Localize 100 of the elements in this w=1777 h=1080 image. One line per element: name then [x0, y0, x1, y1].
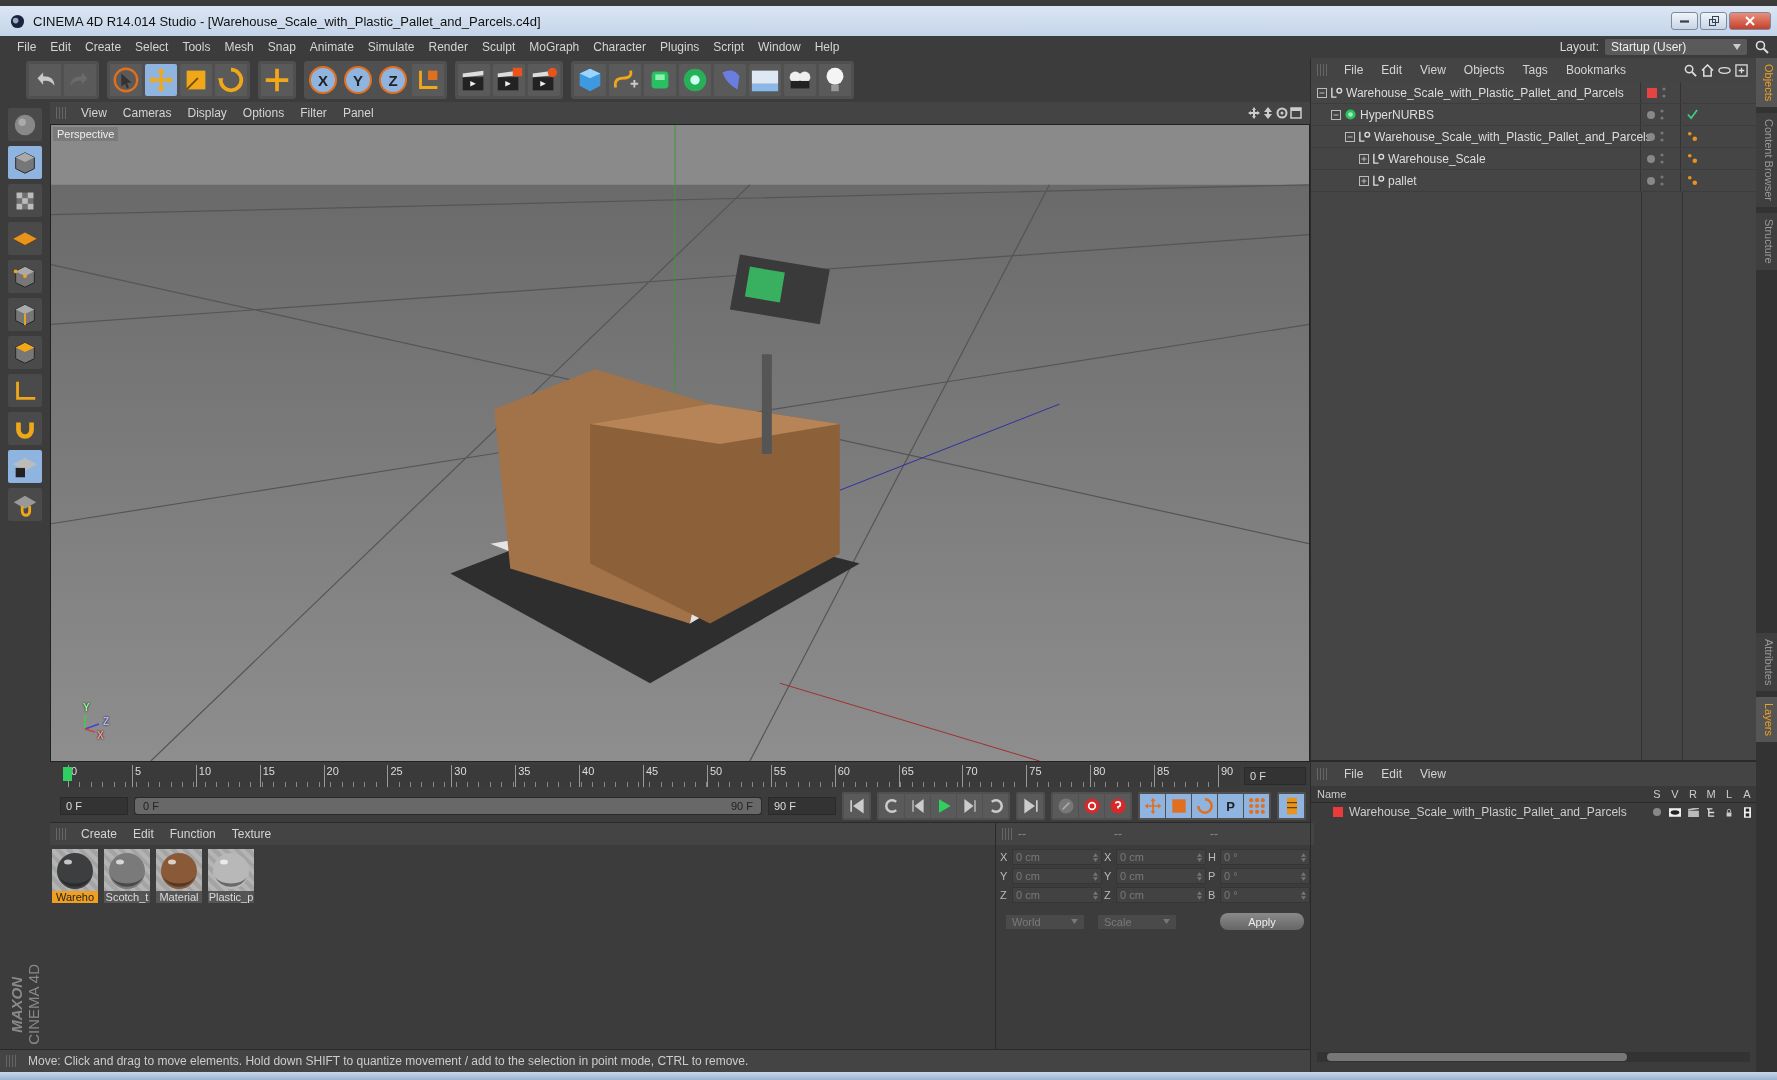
checkmark-icon[interactable]	[1687, 109, 1698, 120]
menu-item[interactable]: Simulate	[360, 40, 422, 54]
lock-icon[interactable]	[1725, 807, 1733, 817]
previous-key-icon[interactable]	[879, 794, 904, 818]
menu-item[interactable]: Select	[128, 40, 176, 54]
layer-name[interactable]: Warehouse_Scale_with_Plastic_Pallet_and_Parcels	[1349, 805, 1627, 819]
material-name[interactable]: Material	[156, 891, 202, 903]
expand-toggle-icon[interactable]	[1331, 109, 1341, 120]
points-cube-icon[interactable]	[8, 260, 42, 293]
axis-lock-button[interactable]: X	[309, 66, 337, 94]
horizontal-scrollbar[interactable]	[1317, 1052, 1750, 1062]
menu-item[interactable]: Plugins	[652, 40, 707, 54]
menu-item[interactable]: Edit	[1374, 63, 1410, 77]
polygons-cube-icon[interactable]	[8, 336, 42, 369]
pan-icon[interactable]	[1248, 107, 1260, 119]
step-back-icon[interactable]	[905, 794, 930, 818]
menu-item[interactable]: Tools	[175, 40, 218, 54]
object-name[interactable]: pallet	[1388, 173, 1417, 188]
material-tag-icon[interactable]	[1687, 175, 1698, 186]
menu-item[interactable]: Texture	[224, 827, 279, 841]
floor-icon[interactable]	[749, 64, 781, 96]
axes-icon[interactable]	[412, 64, 444, 96]
menu-item[interactable]: Edit	[126, 827, 161, 841]
side-tab[interactable]: Layers	[1756, 696, 1777, 742]
side-tab[interactable]: Structure	[1756, 213, 1777, 270]
menu-item[interactable]: Filter	[293, 106, 334, 120]
expand-toggle-icon[interactable]	[1359, 153, 1369, 164]
help-icon[interactable]	[1105, 794, 1130, 818]
search-icon[interactable]	[1755, 40, 1769, 54]
axis-lock-button[interactable]: Y	[344, 66, 372, 94]
side-tab[interactable]: Content Browser	[1756, 113, 1777, 208]
menu-item[interactable]: Script	[706, 40, 751, 54]
material-tag-icon[interactable]	[1687, 153, 1698, 164]
clapperboard-gear-icon[interactable]	[528, 64, 560, 96]
orbit-icon[interactable]	[1276, 107, 1288, 119]
object-name[interactable]: HyperNURBS	[1360, 107, 1434, 122]
new-window-icon[interactable]	[1735, 63, 1748, 77]
parameter-button[interactable]: P	[1218, 794, 1243, 818]
spline-icon[interactable]	[609, 64, 641, 96]
current-frame-field[interactable]: 0 F	[1244, 767, 1306, 785]
menu-item[interactable]: Sculpt	[474, 40, 523, 54]
material-swatch[interactable]: Wareho	[52, 849, 98, 903]
menu-item[interactable]: Cameras	[115, 106, 179, 120]
cube-icon[interactable]	[574, 64, 606, 96]
material-name[interactable]: Plastic_p	[208, 891, 254, 903]
step-forward-icon[interactable]	[957, 794, 982, 818]
restore-button[interactable]	[1700, 12, 1727, 30]
menu-item[interactable]: Mesh	[217, 40, 261, 54]
menu-item[interactable]: Options	[235, 106, 292, 120]
rotate-icon[interactable]	[215, 64, 247, 96]
eye-icon[interactable]	[1669, 807, 1681, 817]
menu-item[interactable]: Help	[807, 40, 847, 54]
light-bulb-icon[interactable]	[819, 64, 851, 96]
menu-item[interactable]: View	[74, 106, 114, 120]
material-swatch[interactable]: Scotch_t	[104, 849, 150, 903]
menu-item[interactable]: View	[1413, 767, 1453, 781]
search-icon[interactable]	[1684, 63, 1697, 77]
material-tag-icon[interactable]	[1687, 131, 1698, 142]
nurbs-cube-icon[interactable]	[644, 64, 676, 96]
clapperboard-icon[interactable]	[1687, 807, 1699, 817]
menu-item[interactable]: Edit	[43, 40, 79, 54]
material-swatch[interactable]: Plastic_p	[208, 849, 254, 903]
expand-toggle-icon[interactable]	[1345, 131, 1355, 142]
snap-icon[interactable]	[8, 488, 42, 521]
material-swatch[interactable]: Material	[156, 849, 202, 903]
menu-item[interactable]: Panel	[335, 106, 381, 120]
camera-icon[interactable]	[784, 64, 816, 96]
undo-icon[interactable]	[29, 64, 61, 96]
maximize-icon[interactable]	[1290, 107, 1302, 119]
menu-item[interactable]: File	[1337, 767, 1371, 781]
menu-item[interactable]: Render	[421, 40, 475, 54]
end-frame-field[interactable]: 90 F	[768, 797, 836, 815]
film-strip-icon[interactable]	[1743, 806, 1751, 818]
menu-item[interactable]: Edit	[1374, 767, 1410, 781]
edges-cube-icon[interactable]	[8, 298, 42, 331]
menu-item[interactable]: Display	[180, 106, 234, 120]
layout-dropdown[interactable]: Startup (User)	[1605, 39, 1747, 55]
material-name[interactable]: Scotch_t	[104, 891, 150, 903]
hierarchy-icon[interactable]	[1705, 807, 1717, 817]
clapperboard-icon[interactable]	[493, 64, 525, 96]
axis-icon[interactable]	[8, 374, 42, 407]
close-button[interactable]	[1729, 12, 1771, 30]
start-frame-field[interactable]: 0 F	[60, 797, 128, 815]
record-icon[interactable]	[1079, 794, 1104, 818]
menu-item[interactable]: MoGraph	[522, 40, 587, 54]
menu-item[interactable]: Animate	[302, 40, 361, 54]
menu-item[interactable]: Snap	[260, 40, 303, 54]
cube-icon[interactable]	[8, 146, 42, 179]
checker-icon[interactable]	[8, 184, 42, 217]
material-name[interactable]: Wareho	[52, 891, 98, 903]
axis-lock-button[interactable]: Z	[379, 66, 407, 94]
minimize-button[interactable]	[1671, 12, 1698, 30]
solo-dot[interactable]	[1653, 808, 1661, 816]
menu-item[interactable]: Tags	[1515, 63, 1555, 77]
menu-item[interactable]: View	[1413, 63, 1453, 77]
magnet-icon[interactable]	[8, 412, 42, 445]
side-tab[interactable]: Attributes	[1756, 632, 1777, 691]
menu-item[interactable]: Create	[74, 827, 125, 841]
locked-grid-icon[interactable]	[8, 450, 42, 483]
expand-toggle-icon[interactable]	[1359, 175, 1369, 186]
